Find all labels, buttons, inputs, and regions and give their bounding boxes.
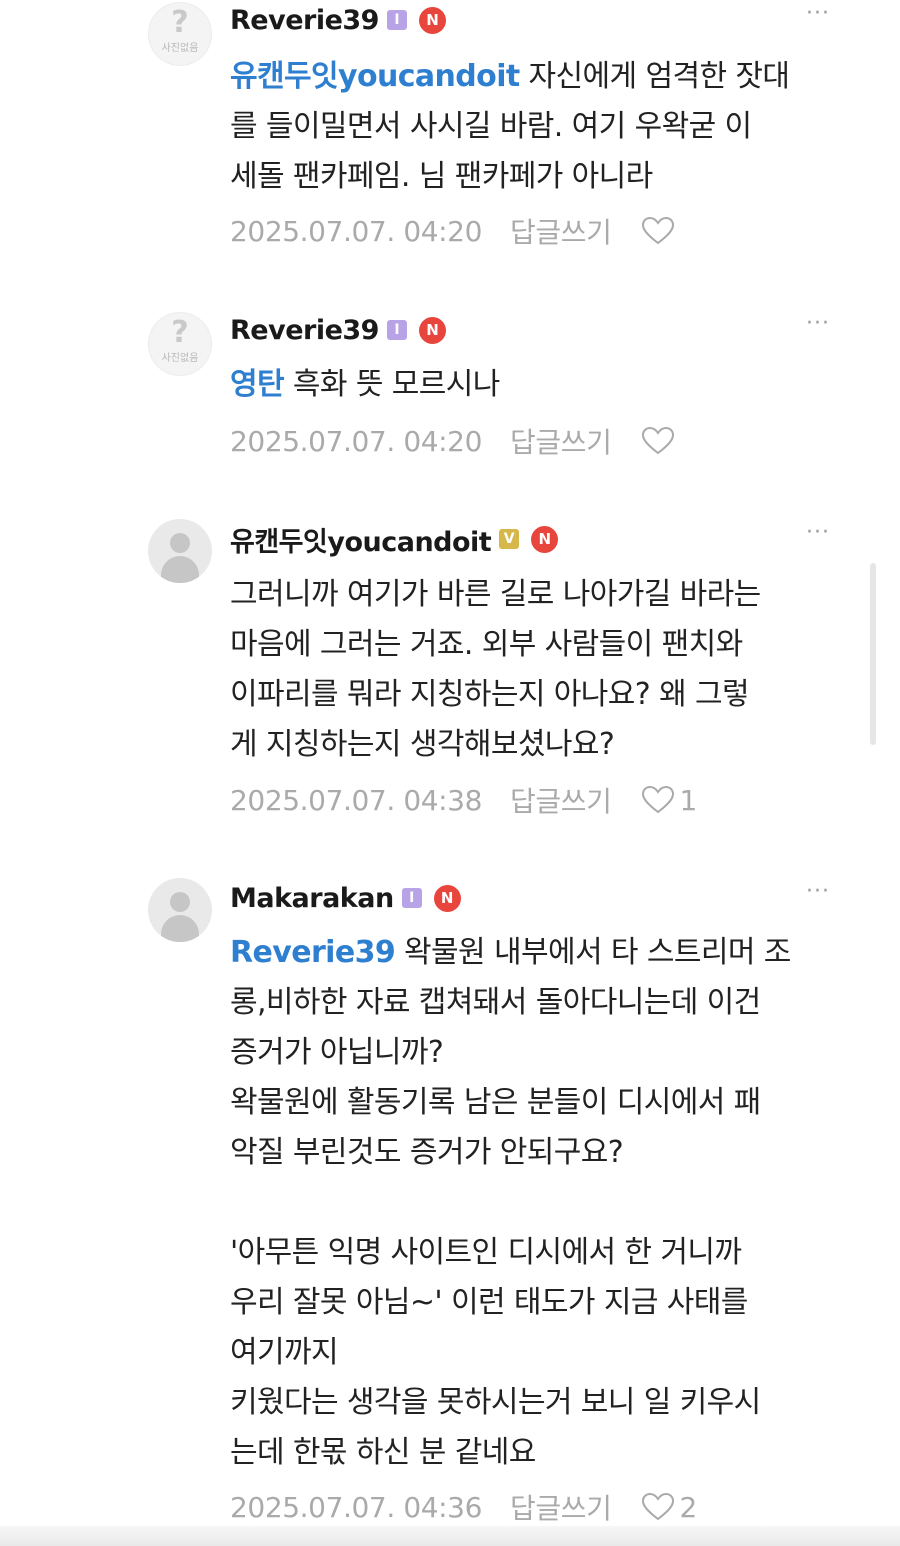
avatar[interactable] bbox=[148, 878, 212, 942]
nickname[interactable]: Reverie39 bbox=[230, 315, 379, 346]
comment-text: Reverie39 왁물원 내부에서 타 스트리머 조 롱,비하한 자료 캡쳐돼… bbox=[230, 928, 850, 1478]
new-badge-icon: N bbox=[418, 6, 446, 34]
member-level-icon: I bbox=[386, 320, 407, 340]
nickname[interactable]: Makarakan bbox=[230, 883, 394, 914]
comment-line bbox=[230, 1178, 850, 1228]
comment-text: 영탄 흑화 뜻 모르시나 bbox=[230, 360, 850, 410]
comment-line: 여기까지 bbox=[230, 1335, 339, 1370]
comment-line: 키웠다는 생각을 못하시는거 보니 일 키우시 bbox=[230, 1385, 761, 1420]
question-mark-icon: ? bbox=[171, 315, 189, 350]
comment-line: 는데 한몫 하신 분 같네요 bbox=[230, 1435, 536, 1470]
bottom-edge bbox=[0, 1526, 900, 1546]
reply-button[interactable]: 답글쓰기 bbox=[510, 211, 612, 251]
comment-line: 왁물원 내부에서 타 스트리머 조 bbox=[395, 935, 791, 970]
more-options-icon[interactable]: ··· bbox=[806, 313, 846, 335]
comment-header: Makarakan I N bbox=[230, 880, 461, 916]
new-badge-icon: N bbox=[531, 525, 559, 553]
member-level-icon: I bbox=[386, 10, 407, 30]
comment-line: 왁물원에 활동기록 남은 분들이 디시에서 패 bbox=[230, 1085, 761, 1120]
comment-line: 롱,비하한 자료 캡쳐돼서 돌아다니는데 이건 bbox=[230, 985, 761, 1020]
comment-line: 자신에게 엄격한 잣대 bbox=[519, 59, 790, 94]
comment-line: 이파리를 뭐라 지칭하는지 아나요? 왜 그렇 bbox=[230, 677, 750, 712]
nickname[interactable]: Reverie39 bbox=[230, 5, 379, 36]
person-body bbox=[161, 915, 199, 942]
comment-item: Makarakan I N ··· Reverie39 왁물원 내부에서 타 스… bbox=[0, 878, 900, 1528]
comment-header: Reverie39 I N bbox=[230, 2, 446, 38]
comment-date: 2025.07.07. 04:36 bbox=[230, 1490, 483, 1524]
like-count: 2 bbox=[679, 1490, 697, 1524]
comment-line: 게 지칭하는지 생각해보셨나요? bbox=[230, 727, 615, 762]
person-icon bbox=[170, 892, 190, 912]
mention-link[interactable]: 유캔두잇youcandoit bbox=[230, 59, 520, 94]
avatar[interactable]: ? 사진없음 bbox=[148, 2, 212, 66]
comment-date: 2025.07.07. 04:20 bbox=[230, 424, 483, 458]
new-badge-icon: N bbox=[418, 316, 446, 344]
comment-meta: 2025.07.07. 04:20 답글쓰기 bbox=[230, 421, 679, 461]
new-badge-icon: N bbox=[433, 884, 461, 912]
comment-line: 세돌 팬카페임. 님 팬카페가 아니라 bbox=[230, 159, 653, 194]
comment-meta: 2025.07.07. 04:38 답글쓰기 1 bbox=[230, 780, 697, 820]
member-level-icon: V bbox=[499, 529, 520, 549]
mention-link[interactable]: 영탄 bbox=[230, 367, 285, 402]
comment-line: 그러니까 여기가 바른 길로 나아가길 바라는 bbox=[230, 577, 761, 612]
avatar-caption: 사진없음 bbox=[161, 353, 199, 364]
comment-line: 흑화 뜻 모르시나 bbox=[284, 367, 500, 402]
comment-line: 우리 잘못 아님~' 이런 태도가 지금 사태를 bbox=[230, 1285, 748, 1320]
person-body bbox=[161, 556, 199, 583]
comment-item: 유캔두잇youcandoit V N ··· 그러니까 여기가 바른 길로 나아… bbox=[0, 519, 900, 839]
comment-date: 2025.07.07. 04:20 bbox=[230, 214, 483, 248]
comment-line: 악질 부린것도 증거가 안되구요? bbox=[230, 1135, 624, 1170]
reply-button[interactable]: 답글쓰기 bbox=[510, 421, 612, 461]
comment-text: 유캔두잇youcandoit 자신에게 엄격한 잣대 를 들이밀면서 사시길 바… bbox=[230, 52, 850, 202]
comment-text: 그러니까 여기가 바른 길로 나아가길 바라는 마음에 그러는 거죠. 외부 사… bbox=[230, 570, 850, 770]
like-count: 1 bbox=[679, 783, 697, 817]
comment-line: 증거가 아닙니까? bbox=[230, 1035, 444, 1070]
scrollbar[interactable] bbox=[870, 563, 876, 745]
comment-meta: 2025.07.07. 04:36 답글쓰기 2 bbox=[230, 1487, 697, 1527]
nickname[interactable]: 유캔두잇youcandoit bbox=[230, 520, 492, 559]
like-button[interactable]: 2 bbox=[641, 1490, 697, 1524]
comment-line: 를 들이밀면서 사시길 바람. 여기 우왁굳 이 bbox=[230, 109, 752, 144]
like-button[interactable] bbox=[641, 426, 679, 456]
avatar[interactable] bbox=[148, 519, 212, 583]
reply-button[interactable]: 답글쓰기 bbox=[510, 780, 612, 820]
avatar-caption: 사진없음 bbox=[161, 43, 199, 54]
heart-icon bbox=[642, 1492, 675, 1521]
comment-item: ? 사진없음 Reverie39 I N ··· 유캔두잇youcandoit … bbox=[0, 0, 900, 270]
reply-button[interactable]: 답글쓰기 bbox=[510, 1487, 612, 1527]
comment-meta: 2025.07.07. 04:20 답글쓰기 bbox=[230, 211, 679, 251]
comment-line: '아무튼 익명 사이트인 디시에서 한 거니까 bbox=[230, 1235, 742, 1270]
more-options-icon[interactable]: ··· bbox=[806, 522, 846, 544]
person-icon bbox=[170, 533, 190, 553]
heart-icon bbox=[642, 426, 675, 455]
more-options-icon[interactable]: ··· bbox=[806, 3, 846, 25]
comment-line: 마음에 그러는 거죠. 외부 사람들이 팬치와 bbox=[230, 627, 743, 662]
more-options-icon[interactable]: ··· bbox=[806, 881, 846, 903]
heart-icon bbox=[642, 216, 675, 245]
avatar[interactable]: ? 사진없음 bbox=[148, 312, 212, 376]
like-button[interactable] bbox=[641, 216, 679, 246]
like-button[interactable]: 1 bbox=[641, 783, 697, 817]
question-mark-icon: ? bbox=[171, 5, 189, 40]
comment-date: 2025.07.07. 04:38 bbox=[230, 783, 483, 817]
comment-item: ? 사진없음 Reverie39 I N ··· 영탄 흑화 뜻 모르시나 20… bbox=[0, 310, 900, 480]
comment-header: Reverie39 I N bbox=[230, 312, 446, 348]
comment-header: 유캔두잇youcandoit V N bbox=[230, 520, 559, 559]
heart-icon bbox=[642, 785, 675, 814]
mention-link[interactable]: Reverie39 bbox=[230, 935, 396, 970]
member-level-icon: I bbox=[401, 888, 422, 908]
